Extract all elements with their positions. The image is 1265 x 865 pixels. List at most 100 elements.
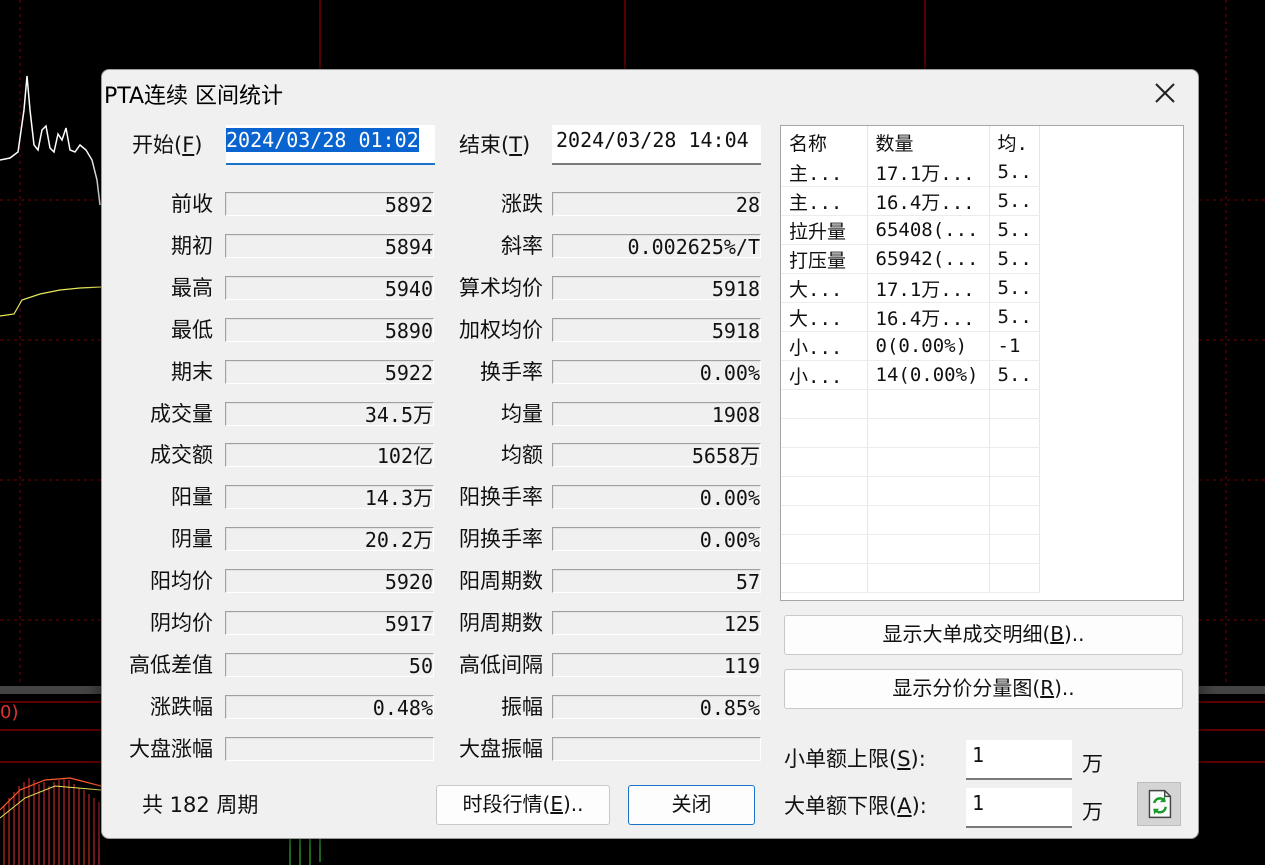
table-cell [989,505,1040,535]
large-order-limit-label: 大单额下限(A): [784,794,927,818]
left_stats-value-6: 102亿 [225,443,434,468]
table-cell [781,534,868,564]
refresh-button[interactable] [1137,782,1181,826]
right_stats-label-3: 加权均价 [459,317,543,342]
close-icon[interactable] [1150,78,1180,108]
right_stats-value-1: 0.002625%/T [552,233,761,258]
left_stats-value-2: 5940 [225,275,434,300]
table-row[interactable]: 打压量 65942(... 5.. [781,244,1040,274]
right_stats-value-6: 5658万 [552,443,761,468]
table-row[interactable]: 小... 14(0.00%) 5.. [781,360,1040,390]
left_stats-label-12: 涨跌幅 [150,694,213,719]
left_stats-value-7: 14.3万 [225,485,434,510]
right_stats-value-3: 5918 [552,317,761,342]
start-label: 开始(F) [132,133,203,157]
left_stats-value-13 [225,736,434,761]
table-cell: 5.. [989,186,1040,216]
right_stats-value-11: 119 [552,652,761,677]
right_stats-label-11: 高低间隔 [459,652,543,677]
table-header-quantity[interactable]: 数量 [867,126,990,158]
table-cell: 5.. [989,302,1040,332]
large-order-limit-input[interactable]: 1 [966,788,1072,828]
right_stats-label-7: 阳换手率 [459,485,543,510]
table-row[interactable] [781,447,1040,477]
table-row[interactable] [781,418,1040,448]
table-row[interactable]: 主... 16.4万... 5.. [781,186,1040,216]
price-line [0,75,101,206]
left_stats-label-1: 期初 [171,233,213,258]
table-row[interactable]: 小... 0(0.00%) -1 [781,331,1040,361]
table-cell [867,534,990,564]
table-row[interactable] [781,534,1040,564]
table-cell: 14(0.00%) [867,360,990,390]
table-cell [867,505,990,535]
table-cell: 17.1万... [867,273,990,303]
table-cell [781,563,868,593]
right_stats-label-4: 换手率 [480,359,543,384]
right_stats-label-12: 振幅 [501,694,543,719]
table-row[interactable] [781,389,1040,419]
table-header-name[interactable]: 名称 [781,126,868,158]
end-label: 结束(T) [459,133,531,157]
period-count: 共 182 周期 [142,793,259,817]
table-cell: 16.4万... [867,302,990,332]
right_stats-value-8: 0.00% [552,527,761,552]
table-cell [867,563,990,593]
order-stats-table[interactable]: 名称 数量 均. 主... 17.1万... 5.. 主... 16.4万... 5.. 拉… [780,125,1184,601]
start-time-input[interactable]: 2024/03/28 01:02 [226,125,435,165]
right_stats-value-12: 0.85% [552,694,761,719]
left_stats-label-0: 前收 [171,192,213,216]
table-cell [781,505,868,535]
table-cell [989,476,1040,506]
small-order-limit-label: 小单额上限(S): [784,747,926,771]
table-cell: 65408(... [867,215,990,245]
left_stats-value-12: 0.48% [225,694,434,719]
right_stats-label-2: 算术均价 [459,275,543,300]
table-row[interactable] [781,476,1040,506]
right_stats-value-9: 57 [552,569,761,594]
table-row[interactable]: 拉升量 65408(... 5.. [781,215,1040,245]
table-row[interactable]: 大... 16.4万... 5.. [781,302,1040,332]
left_stats-label-13: 大盘涨幅 [129,736,213,761]
left_stats-label-4: 期末 [171,359,213,384]
table-cell: 17.1万... [867,158,990,187]
left_stats-label-3: 最低 [171,317,213,342]
right_stats-value-7: 0.00% [552,485,761,510]
left_stats-label-5: 成交量 [150,401,213,426]
right_stats-label-9: 阳周期数 [459,569,543,594]
table-cell: 16.4万... [867,186,990,216]
end-time-input[interactable]: 2024/03/28 14:04 [552,125,761,165]
dialog-title: PTA连续 区间统计 [104,84,284,109]
chart-vertical-lines [319,0,926,69]
show-big-order-detail-button[interactable]: 显示大单成交明细(B).. [784,615,1183,655]
table-cell [989,563,1040,593]
table-row[interactable] [781,505,1040,535]
right_stats-label-8: 阴换手率 [459,527,543,552]
table-cell: 小... [781,360,868,390]
table-cell [781,389,868,419]
left_stats-label-10: 阴均价 [150,611,213,635]
table-cell: 小... [781,331,868,361]
table-cell: 0(0.00%) [867,331,990,361]
left_stats-value-11: 50 [225,652,434,677]
period-quote-button[interactable]: 时段行情(E).. [436,785,610,825]
show-price-volume-chart-button[interactable]: 显示分价分量图(R).. [784,669,1183,709]
table-cell [989,389,1040,419]
table-cell [781,476,868,506]
table-cell [867,447,990,477]
left_stats-value-8: 20.2万 [225,527,434,552]
table-row[interactable] [781,563,1040,593]
left_stats-label-11: 高低差值 [129,652,213,677]
average-line [0,286,102,317]
close-button[interactable]: 关闭 [628,785,755,825]
table-cell: 拉升量 [781,215,868,245]
volume-bars-green [289,839,321,865]
table-row[interactable]: 主... 17.1万... 5.. [781,158,1040,187]
table-header-row: 名称 数量 均. [781,126,1040,158]
table-cell [989,447,1040,477]
table-header-average[interactable]: 均. [989,126,1040,158]
table-cell [867,476,990,506]
small-order-limit-input[interactable]: 1 [966,740,1072,780]
table-row[interactable]: 大... 17.1万... 5.. [781,273,1040,303]
refresh-icon [1148,789,1172,819]
